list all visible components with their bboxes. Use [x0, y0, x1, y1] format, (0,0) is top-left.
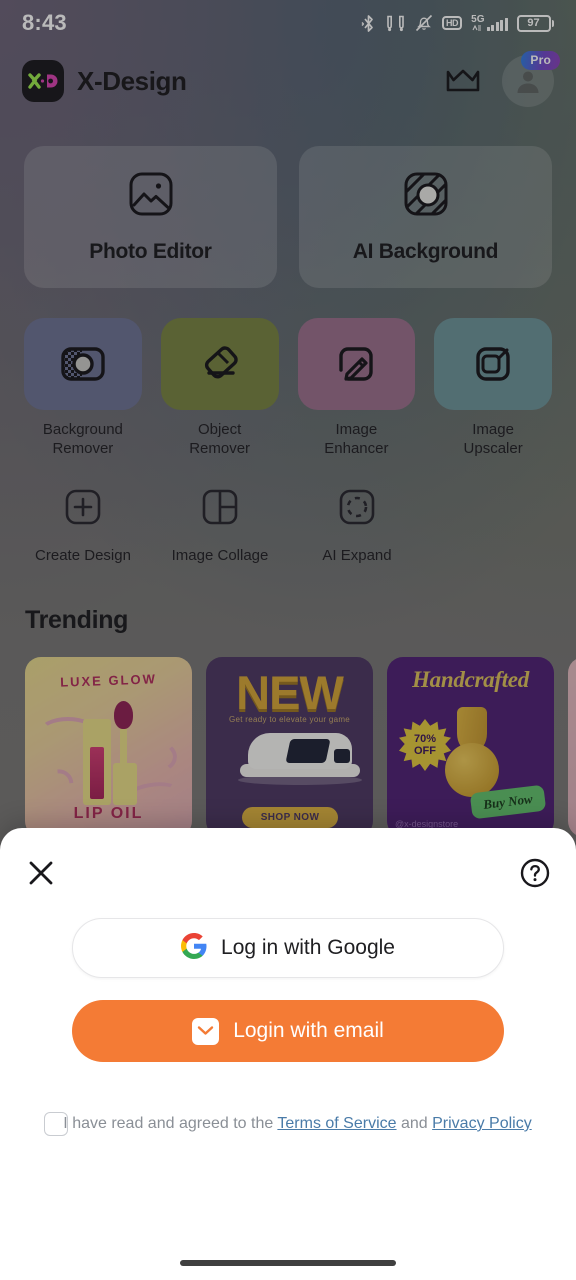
terms-prefix: I have read and agreed to the: [63, 1115, 278, 1132]
google-login-label: Log in with Google: [221, 936, 395, 959]
google-icon: [181, 932, 207, 964]
help-circle-icon: [520, 858, 550, 893]
login-bottom-sheet: Log in with Google Login with email I ha…: [0, 828, 576, 1280]
terms-text: I have read and agreed to the Terms of S…: [63, 1110, 532, 1138]
email-login-button[interactable]: Login with email: [72, 1000, 504, 1062]
email-login-label: Login with email: [233, 1019, 384, 1042]
home-indicator: [180, 1260, 396, 1266]
terms-agreement: I have read and agreed to the Terms of S…: [44, 1110, 532, 1138]
terms-of-service-link[interactable]: Terms of Service: [277, 1115, 396, 1132]
close-button[interactable]: [18, 852, 64, 898]
mail-icon: [192, 1017, 220, 1045]
privacy-policy-link[interactable]: Privacy Policy: [432, 1115, 532, 1132]
terms-conjunction: and: [396, 1115, 433, 1132]
help-button[interactable]: [512, 852, 558, 898]
google-login-button[interactable]: Log in with Google: [72, 918, 504, 978]
close-icon: [27, 859, 55, 892]
